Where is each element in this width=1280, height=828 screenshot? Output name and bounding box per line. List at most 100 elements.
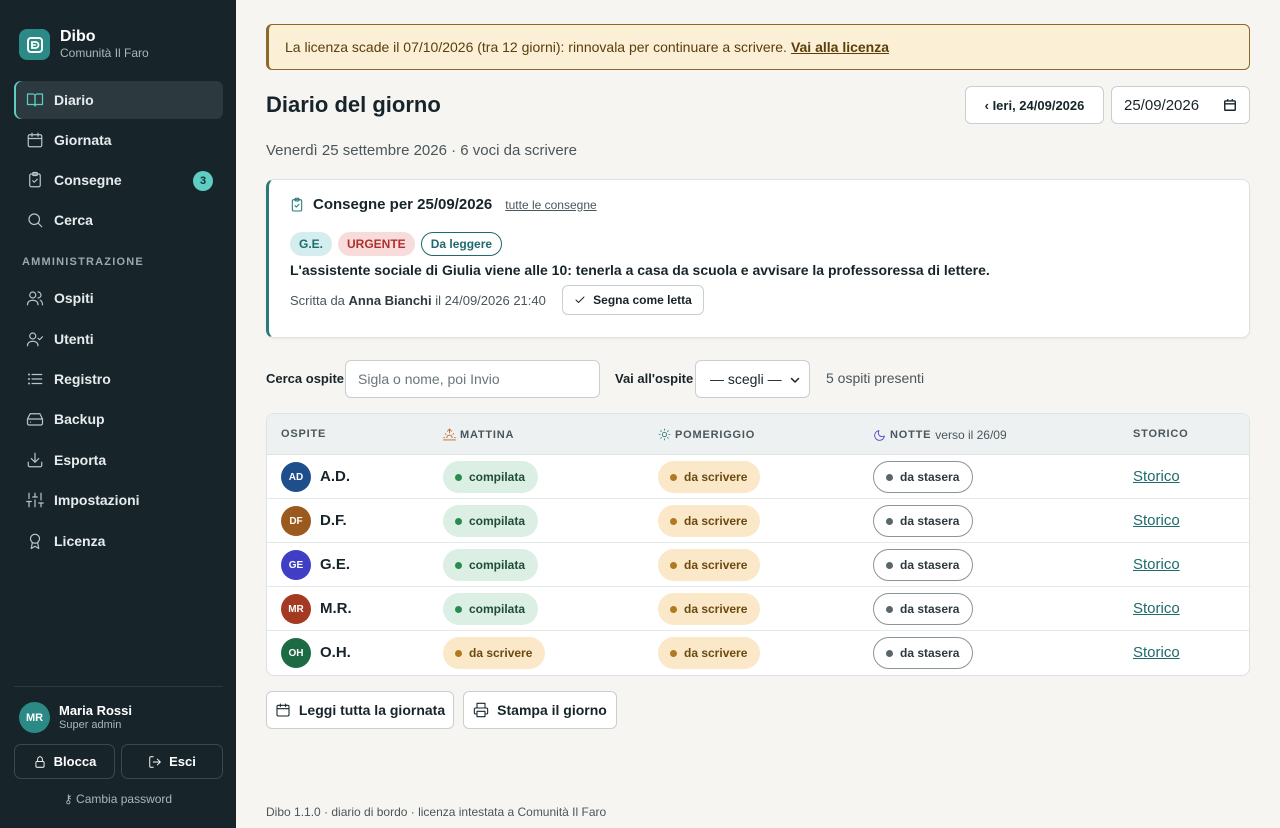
sidebar-divider	[14, 686, 223, 687]
status-dot	[455, 473, 462, 481]
nav-item-cerca[interactable]: Cerca	[14, 201, 223, 239]
col-morning: MATTINA	[443, 428, 514, 441]
nav-label: Diario	[54, 92, 94, 108]
morning-status-label: compilata	[469, 514, 526, 528]
morning-status[interactable]: compilata	[443, 593, 539, 625]
nav-item-consegne[interactable]: Consegne 3	[14, 161, 223, 199]
present-count: 5 ospiti presenti	[826, 370, 925, 386]
nav-item-licenza[interactable]: Licenza	[14, 521, 223, 559]
nav-item-esporta[interactable]: Esporta	[14, 441, 223, 479]
afternoon-status[interactable]: da scrivere	[658, 505, 761, 537]
afternoon-status[interactable]: da scrivere	[658, 593, 761, 625]
key-icon: ⚷	[63, 792, 73, 806]
col-history: STORICO	[1133, 428, 1189, 440]
read-all-day-button[interactable]: Leggi tutta la giornata	[266, 691, 454, 729]
page-title: Diario del giorno	[266, 92, 441, 117]
handover-title-row: Consegne per 25/09/2026 tutte le consegn…	[289, 196, 597, 213]
history-link[interactable]: Storico	[1133, 644, 1180, 661]
history-link[interactable]: Storico	[1133, 556, 1180, 573]
table-row: AD A.D. compilata da scrivere da stasera…	[267, 455, 1249, 499]
guest-sigla[interactable]: M.R.	[320, 600, 352, 617]
guest-sigla[interactable]: G.E.	[320, 556, 350, 573]
morning-status[interactable]: da scrivere	[443, 637, 546, 669]
history-link[interactable]: Storico	[1133, 600, 1180, 617]
page-subtitle: Venerdì 25 settembre 2026 · 6 voci da sc…	[266, 142, 578, 159]
nav-label: Backup	[54, 411, 105, 428]
mark-read-button[interactable]: Segna come letta	[562, 285, 704, 315]
nav-item-diario[interactable]: Diario	[14, 81, 223, 119]
afternoon-status[interactable]: da scrivere	[658, 637, 761, 669]
guest-select-value: — scegli —	[710, 371, 782, 387]
night-status[interactable]: da stasera	[873, 593, 974, 625]
guest-sigla[interactable]: O.H.	[320, 644, 351, 661]
morning-status-label: compilata	[469, 470, 526, 484]
nav-item-utenti[interactable]: Utenti	[14, 319, 223, 357]
hard-drive-icon	[26, 410, 44, 428]
calendar-icon	[26, 131, 44, 149]
night-status[interactable]: da stasera	[873, 505, 974, 537]
night-status[interactable]: da stasera	[873, 461, 974, 493]
logo-icon	[19, 29, 50, 60]
nav-label: Ospiti	[54, 290, 94, 307]
status-dot	[670, 649, 677, 657]
logout-button[interactable]: Esci	[121, 744, 223, 779]
users-icon	[26, 289, 44, 307]
date-picker[interactable]: 25/09/2026	[1111, 86, 1250, 124]
license-link[interactable]: Vai alla licenza	[791, 39, 889, 55]
user-name: Maria Rossi	[59, 703, 132, 718]
license-banner: La licenza scade il 07/10/2026 (tra 12 g…	[266, 24, 1250, 70]
afternoon-status-label: da scrivere	[684, 470, 748, 484]
sunrise-icon	[443, 428, 456, 441]
morning-status-label: compilata	[469, 558, 526, 572]
col-night-note: verso il 26/09	[935, 428, 1007, 442]
change-password-link[interactable]: ⚷ Cambia password	[0, 792, 236, 806]
nav-label: Registro	[54, 370, 111, 387]
meta-prefix: Scritta da	[290, 293, 345, 308]
nav-label: Impostazioni	[54, 492, 140, 509]
nav-item-backup[interactable]: Backup	[14, 400, 223, 438]
guest-sigla[interactable]: D.F.	[320, 512, 347, 529]
diary-table: OSPITE MATTINA POMERIGGIO NOTTE verso il…	[266, 413, 1250, 676]
consegne-count-badge: 3	[193, 171, 213, 191]
morning-status[interactable]: compilata	[443, 505, 539, 537]
morning-status[interactable]: compilata	[443, 461, 539, 493]
all-handovers-link[interactable]: tutte le consegne	[505, 198, 596, 212]
afternoon-status[interactable]: da scrivere	[658, 461, 761, 493]
calendar-icon[interactable]	[1223, 98, 1237, 112]
night-status-label: da stasera	[900, 558, 960, 572]
nav-item-giornata[interactable]: Giornata	[14, 121, 223, 159]
table-row: GE G.E. compilata da scrivere da stasera…	[267, 543, 1249, 587]
lock-button[interactable]: Blocca	[14, 744, 115, 779]
brand[interactable]: Dibo Comunità Il Faro	[19, 28, 149, 61]
logout-icon	[149, 755, 161, 768]
guest-sigla[interactable]: A.D.	[320, 468, 350, 485]
avatar: AD	[281, 462, 311, 492]
morning-status-label: da scrivere	[469, 646, 533, 660]
nav-item-ospiti[interactable]: Ospiti	[14, 279, 223, 317]
nav-label: Esporta	[54, 451, 107, 468]
handover-meta: Scritta da Anna Bianchi il 24/09/2026 21…	[290, 293, 546, 308]
avatar: MR	[19, 702, 50, 733]
afternoon-status-label: da scrivere	[684, 558, 748, 572]
previous-day-button[interactable]: ‹ Ieri, 24/09/2026	[965, 86, 1104, 124]
night-status[interactable]: da stasera	[873, 549, 974, 581]
nav-item-registro[interactable]: Registro	[14, 360, 223, 398]
sliders-icon	[26, 491, 44, 509]
status-dot	[886, 649, 893, 657]
morning-status[interactable]: compilata	[443, 549, 539, 581]
nav-section-admin: AMMINISTRAZIONE	[22, 256, 144, 268]
download-icon	[26, 451, 44, 469]
footer: Dibo 1.1.0 · diario di bordo · licenza i…	[266, 805, 607, 819]
history-link[interactable]: Storico	[1133, 512, 1180, 529]
afternoon-status-label: da scrivere	[684, 514, 748, 528]
history-link[interactable]: Storico	[1133, 468, 1180, 485]
nav-item-impostazioni[interactable]: Impostazioni	[14, 481, 223, 519]
guest-search-input[interactable]	[345, 360, 600, 398]
night-status[interactable]: da stasera	[873, 637, 974, 669]
afternoon-status[interactable]: da scrivere	[658, 549, 761, 581]
col-guest: OSPITE	[281, 428, 326, 440]
table-row: DF D.F. compilata da scrivere da stasera…	[267, 499, 1249, 543]
guest-select[interactable]: — scegli —	[695, 360, 810, 398]
brand-community: Comunità Il Faro	[60, 46, 149, 60]
print-day-button[interactable]: Stampa il giorno	[463, 691, 617, 729]
